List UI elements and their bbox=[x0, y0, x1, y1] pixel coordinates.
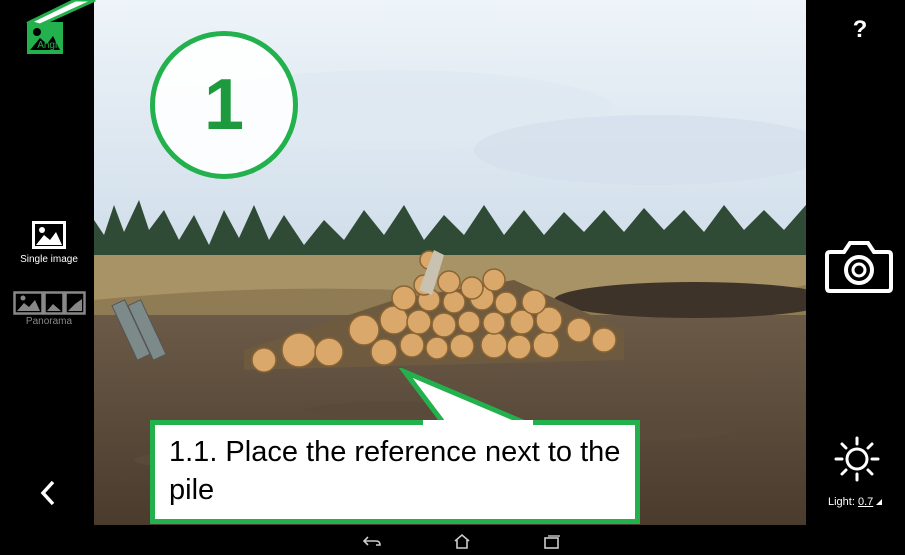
callout-seam bbox=[423, 420, 533, 426]
pointer-arrow bbox=[25, 0, 96, 25]
camera-icon[interactable] bbox=[824, 238, 894, 294]
chevron-left-icon[interactable] bbox=[38, 478, 58, 508]
back-icon[interactable] bbox=[362, 535, 382, 549]
light-setting[interactable]: Light: 0.7 bbox=[828, 496, 883, 508]
panorama-icon bbox=[13, 291, 86, 315]
single-image-label: Single image bbox=[20, 254, 78, 265]
help-button[interactable]: ? bbox=[847, 16, 873, 44]
panorama-label: Panorama bbox=[25, 316, 73, 327]
light-label: Light: bbox=[828, 496, 855, 508]
image-icon bbox=[32, 221, 66, 249]
system-nav-bar bbox=[0, 528, 905, 555]
dropdown-corner-icon bbox=[876, 499, 883, 505]
home-icon[interactable] bbox=[453, 533, 471, 549]
panorama-button[interactable]: Panorama bbox=[5, 288, 93, 333]
light-value[interactable]: 0.7 bbox=[858, 496, 873, 508]
instruction-callout: 1.1. Place the reference next to the pil… bbox=[150, 420, 640, 524]
angle-label: Angle bbox=[37, 40, 63, 51]
step-number-badge: 1 bbox=[150, 31, 298, 179]
single-image-button[interactable]: Single image bbox=[5, 215, 93, 270]
callout-text: 1.1. Place the reference next to the pil… bbox=[169, 436, 621, 506]
sun-icon[interactable] bbox=[834, 436, 880, 482]
recent-apps-icon[interactable] bbox=[543, 535, 561, 549]
step-number: 1 bbox=[203, 65, 245, 145]
